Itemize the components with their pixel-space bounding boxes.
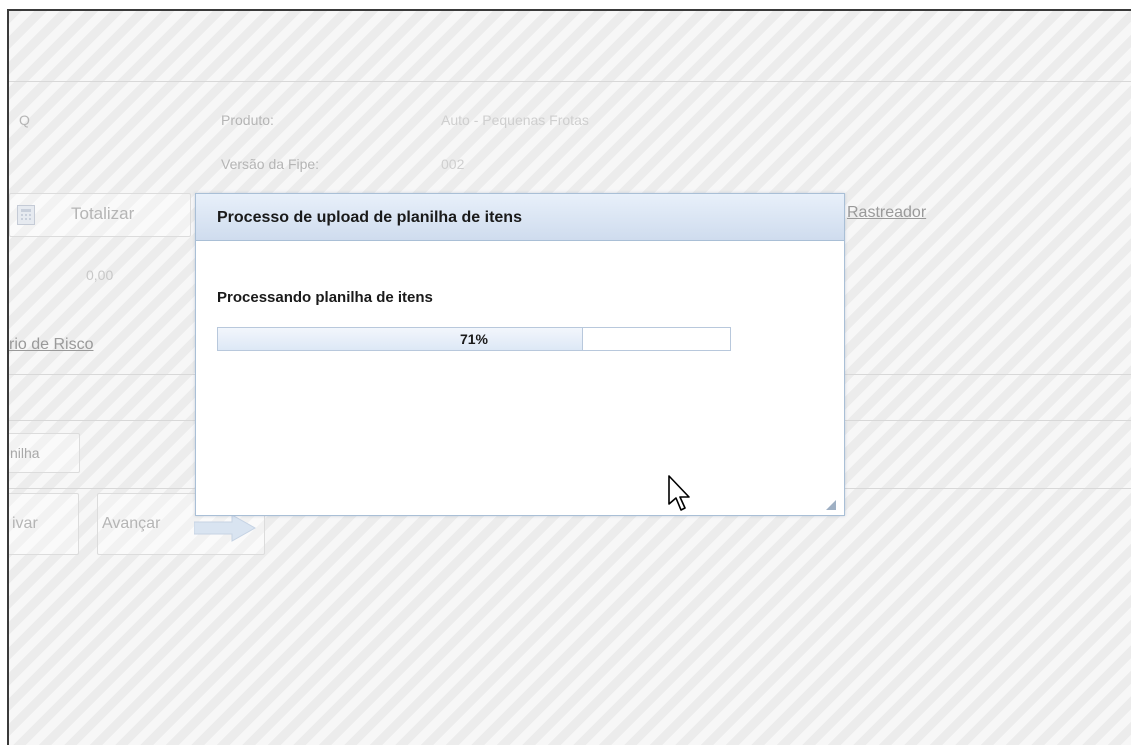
avancar-label: Avançar <box>102 515 161 532</box>
totalizar-label: Totalizar <box>71 204 135 223</box>
salvar-button[interactable]: ivar <box>9 493 79 555</box>
progress-label: 71% <box>459 331 489 347</box>
arrow-right-icon <box>193 514 257 547</box>
versao-fipe-label: Versão da Fipe: <box>221 156 320 172</box>
produto-value: Auto - Pequenas Frotas <box>441 112 589 128</box>
produto-label: Produto: <box>221 112 274 128</box>
total-value: 0,00 <box>86 267 114 283</box>
upload-planilha-label: nilha <box>10 445 40 461</box>
rastreador-link[interactable]: Rastreador <box>847 204 926 222</box>
totalizar-button[interactable]: Totalizar <box>9 193 191 237</box>
dialog-message: Processando planilha de itens <box>217 289 433 306</box>
field-fragment-left: Q <box>19 112 30 128</box>
upload-progress-dialog: Processo de upload de planilha de itens … <box>195 193 845 516</box>
salvar-label: ivar <box>12 515 38 532</box>
questionario-risco-link[interactable]: rio de Risco <box>9 336 93 354</box>
mouse-pointer-icon <box>667 474 693 514</box>
calculator-icon <box>17 205 35 225</box>
resize-grip-icon[interactable] <box>826 497 836 510</box>
dialog-title: Processo de upload de planilha de itens <box>217 209 522 226</box>
header-divider <box>9 81 1131 82</box>
progress-bar: 71% <box>217 327 731 351</box>
upload-planilha-button[interactable]: nilha <box>9 433 80 473</box>
dialog-header[interactable]: Processo de upload de planilha de itens <box>196 194 844 241</box>
versao-fipe-value: 002 <box>441 156 465 172</box>
